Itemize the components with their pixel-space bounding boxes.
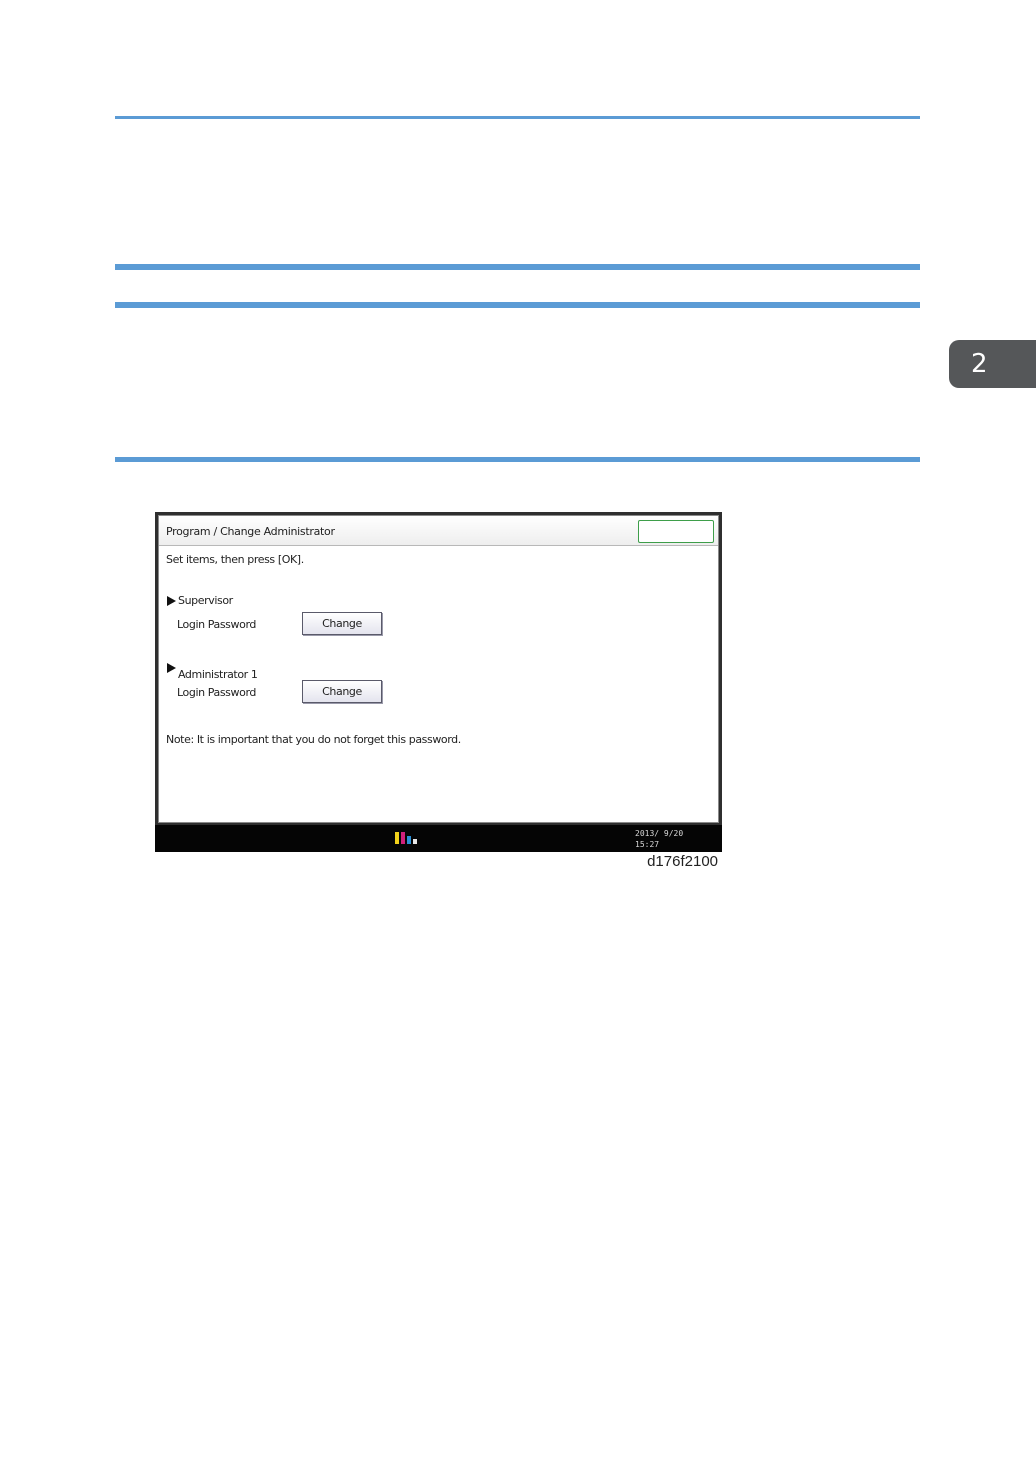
date-readout: 2013/ 9/20: [635, 829, 684, 838]
figure-id: d176f2100: [647, 853, 718, 870]
administrator-change-button-label: Change: [322, 685, 362, 698]
time-readout: 15:27: [635, 840, 660, 849]
administrator-login-password-label: Login Password: [177, 686, 256, 699]
screen-title-bar: Program / Change Administrator: [159, 516, 718, 546]
instruction-text: Set items, then press [OK].: [166, 553, 304, 566]
administrator-heading: Administrator 1: [178, 668, 258, 681]
arrow-right-icon: [167, 596, 176, 606]
section-rule-top: [115, 264, 920, 270]
supervisor-login-password-label: Login Password: [177, 618, 256, 631]
header-rule: [115, 116, 920, 119]
arrow-right-icon: [167, 663, 176, 673]
operation-panel-screenshot: Program / Change Administrator Set items…: [155, 512, 722, 852]
supervisor-change-button-label: Change: [322, 617, 362, 630]
screen-title: Program / Change Administrator: [166, 525, 335, 538]
ok-button[interactable]: [638, 520, 714, 543]
supervisor-heading: Supervisor: [178, 594, 233, 607]
chapter-tab: 2: [949, 340, 1036, 388]
supervisor-change-button[interactable]: Change: [302, 612, 382, 635]
note-text: Note: It is important that you do not fo…: [166, 733, 461, 746]
screen-content: Program / Change Administrator Set items…: [158, 515, 719, 823]
section-rule-bottom: [115, 302, 920, 308]
chapter-number: 2: [971, 349, 988, 379]
toner-level-icon: [395, 831, 425, 849]
date-time-display: 2013/ 9/20 15:27: [635, 828, 683, 850]
procedure-rule: [115, 457, 920, 462]
administrator-change-button[interactable]: Change: [302, 680, 382, 703]
status-bar: 2013/ 9/20 15:27: [155, 825, 722, 852]
